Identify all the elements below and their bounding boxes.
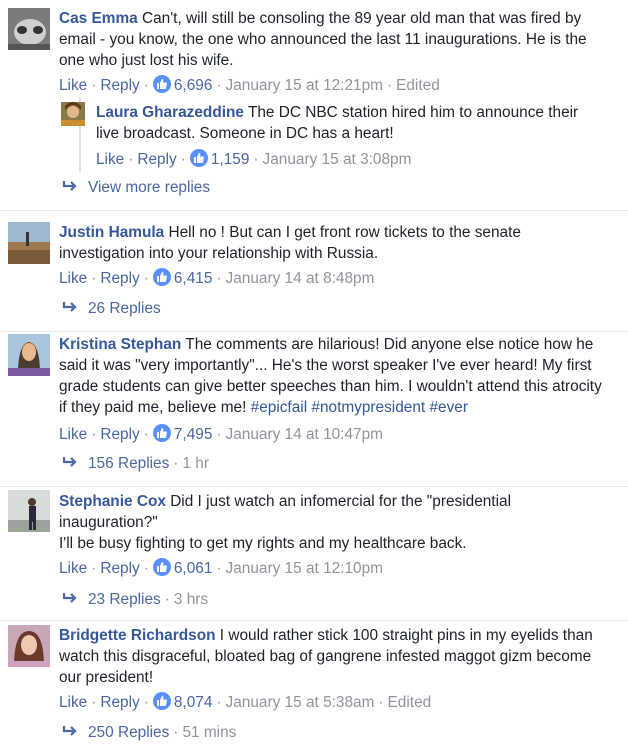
comment-text: investigation into your relationship wit…: [59, 245, 379, 262]
reply-button[interactable]: Reply: [100, 270, 139, 287]
reply-button[interactable]: Reply: [137, 151, 176, 168]
avatar[interactable]: [8, 334, 50, 376]
reply-arrow-icon: [62, 181, 77, 191]
like-count[interactable]: 8,074: [152, 692, 212, 711]
like-button[interactable]: Like: [59, 426, 87, 443]
reply-actions: Like · Reply · 1,159 · January 15 at 3:08pm: [96, 149, 412, 168]
author-name[interactable]: Laura Gharazeddine: [96, 104, 244, 121]
comment-text: The DC NBC station hired him to announce…: [247, 104, 579, 121]
comment-text: email - you know, the one who announced …: [59, 31, 587, 48]
thumbs-up-icon: [152, 424, 171, 442]
comment-actions: Like · Reply · 6,696 · January 15 at 12:21pm · E…: [59, 75, 440, 94]
reply-arrow-icon: [62, 457, 77, 467]
replies-time: 1 hr: [182, 455, 209, 472]
comment-text: our president!: [59, 669, 154, 686]
comment-text: inauguration?": [59, 514, 158, 531]
replies-count[interactable]: 23 Replies: [88, 591, 161, 608]
timestamp[interactable]: January 15 at 12:10pm: [226, 560, 383, 577]
comment-text: one who just lost his wife.: [59, 52, 234, 69]
comment-body: Kristina Stephan The comments are hilari…: [59, 334, 624, 418]
reply-button[interactable]: Reply: [100, 426, 139, 443]
reply-arrow-icon: [62, 726, 77, 736]
edited-label[interactable]: Edited: [388, 694, 432, 711]
timestamp[interactable]: January 14 at 8:48pm: [226, 270, 375, 287]
hashtag-link[interactable]: #ever: [429, 399, 468, 416]
reply-button[interactable]: Reply: [100, 77, 139, 94]
comment-body: Justin Hamula Hell no ! But can I get fr…: [59, 222, 619, 264]
comment-text: The comments are hilarious! Did anyone e…: [185, 336, 594, 353]
thumbs-up-icon: [152, 75, 171, 93]
hashtag-link[interactable]: #epicfail: [251, 399, 307, 416]
replies-link[interactable]: 23 Replies · 3 hrs: [62, 590, 208, 610]
timestamp[interactable]: January 15 at 5:38am: [226, 694, 375, 711]
comment-actions: Like · Reply · 8,074 · January 15 at 5:38am · Ed…: [59, 692, 432, 711]
like-button[interactable]: Like: [59, 560, 87, 577]
avatar[interactable]: [8, 625, 50, 667]
divider: [0, 210, 628, 211]
like-count[interactable]: 1,159: [189, 149, 249, 168]
replies-link[interactable]: 156 Replies · 1 hr: [62, 454, 209, 474]
comment-actions: Like · Reply · 7,495 · January 14 at 10:47pm: [59, 424, 383, 443]
comment-body: Stephanie Cox Did I just watch an infome…: [59, 491, 619, 554]
avatar[interactable]: [8, 8, 50, 50]
replies-time: 3 hrs: [173, 591, 209, 608]
like-count[interactable]: 7,495: [152, 424, 212, 443]
like-count[interactable]: 6,061: [152, 558, 212, 577]
comment-body: Cas Emma Can't, will still be consoling …: [59, 8, 619, 71]
reply-arrow-icon: [62, 302, 77, 312]
divider: [0, 486, 628, 487]
author-name[interactable]: Kristina Stephan: [59, 336, 181, 353]
timestamp[interactable]: January 15 at 12:21pm: [226, 77, 383, 94]
thumbs-up-icon: [189, 149, 208, 167]
avatar[interactable]: [8, 490, 50, 532]
avatar[interactable]: [8, 222, 50, 264]
replies-count[interactable]: 26 Replies: [88, 300, 161, 317]
comment-actions: Like · Reply · 6,415 · January 14 at 8:48pm: [59, 268, 375, 287]
replies-count[interactable]: 156 Replies: [88, 455, 169, 472]
replies-time: 51 mins: [182, 724, 237, 741]
view-more-replies-label[interactable]: View more replies: [88, 179, 210, 196]
comment-text: watch this disgraceful, bloated bag of g…: [59, 648, 592, 665]
comment-text: I would rather stick 100 straight pins i…: [219, 627, 593, 644]
thumbs-up-icon: [152, 558, 171, 576]
author-name[interactable]: Stephanie Cox: [59, 493, 166, 510]
comment-text: Did I just watch an infomercial for the …: [170, 493, 511, 510]
divider: [0, 331, 628, 332]
comment-text: said it was "very importantly"... He's t…: [59, 357, 592, 374]
like-button[interactable]: Like: [59, 694, 87, 711]
comment-text: Hell no ! But can I get front row ticket…: [168, 224, 521, 241]
like-count[interactable]: 6,696: [152, 75, 212, 94]
thumbs-up-icon: [152, 692, 171, 710]
author-name[interactable]: Justin Hamula: [59, 224, 164, 241]
replies-link[interactable]: 26 Replies: [62, 299, 161, 319]
reply-button[interactable]: Reply: [100, 694, 139, 711]
comment-text: Can't, will still be consoling the 89 ye…: [142, 10, 582, 27]
edited-label[interactable]: Edited: [396, 77, 440, 94]
like-button[interactable]: Like: [96, 151, 124, 168]
divider: [0, 620, 628, 621]
reply-arrow-icon: [62, 593, 77, 603]
avatar[interactable]: [61, 102, 85, 126]
like-button[interactable]: Like: [59, 270, 87, 287]
thumbs-up-icon: [152, 268, 171, 286]
comment-text: live broadcast. Someone in DC has a hear…: [96, 125, 394, 142]
author-name[interactable]: Cas Emma: [59, 10, 138, 27]
comment-text: if they paid me, believe me!: [59, 399, 247, 416]
like-button[interactable]: Like: [59, 77, 87, 94]
timestamp[interactable]: January 14 at 10:47pm: [226, 426, 383, 443]
comment-actions: Like · Reply · 6,061 · January 15 at 12:10pm: [59, 558, 383, 577]
reply-button[interactable]: Reply: [100, 560, 139, 577]
timestamp[interactable]: January 15 at 3:08pm: [263, 151, 412, 168]
like-count[interactable]: 6,415: [152, 268, 212, 287]
replies-link[interactable]: 250 Replies · 51 mins: [62, 723, 236, 743]
author-name[interactable]: Bridgette Richardson: [59, 627, 216, 644]
view-more-replies[interactable]: View more replies: [62, 178, 210, 198]
comment-body: Bridgette Richardson I would rather stic…: [59, 625, 619, 688]
replies-count[interactable]: 250 Replies: [88, 724, 169, 741]
comment-text: I'll be busy fighting to get my rights a…: [59, 535, 467, 552]
comment-text: grade students can give better speeches …: [59, 378, 602, 395]
hashtag-link[interactable]: #notmypresident: [311, 399, 425, 416]
reply-body: Laura Gharazeddine The DC NBC station hi…: [96, 102, 616, 144]
